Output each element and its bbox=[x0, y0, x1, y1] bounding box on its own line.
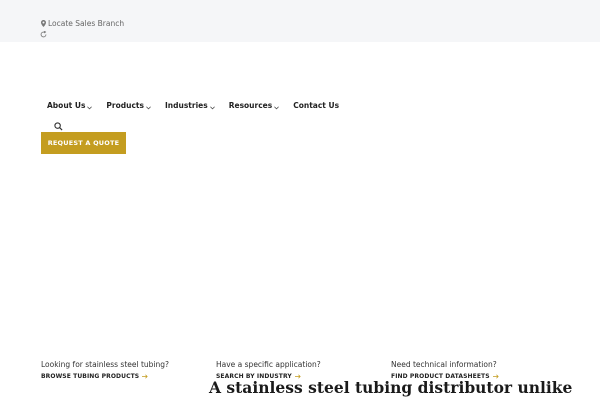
nav-item-about-us[interactable]: About Us bbox=[47, 101, 93, 110]
map-pin-icon bbox=[41, 20, 46, 27]
nav-item-contact-us[interactable]: Contact Us bbox=[293, 101, 339, 110]
promo-link-label: BROWSE TUBING PRODUCTS bbox=[41, 373, 140, 380]
nav-item-label: Products bbox=[106, 101, 144, 110]
promo-tubing: Looking for stainless steel tubing? BROW… bbox=[41, 360, 169, 380]
nav-item-label: Resources bbox=[228, 101, 273, 110]
chevron-down-icon bbox=[146, 105, 151, 109]
browse-tubing-products-link[interactable]: BROWSE TUBING PRODUCTS bbox=[41, 373, 169, 380]
locate-sales-branch-label: Locate Sales Branch bbox=[48, 19, 125, 28]
nav-item-label: About Us bbox=[47, 101, 86, 110]
nav-item-resources[interactable]: Resources bbox=[229, 101, 280, 110]
locate-sales-branch-link[interactable]: Locate Sales Branch bbox=[41, 19, 124, 28]
main-nav: About Us Products Industries Resources C… bbox=[47, 101, 339, 110]
chevron-down-icon bbox=[274, 105, 280, 109]
chevron-down-icon bbox=[87, 105, 93, 109]
nav-item-industries[interactable]: Industries bbox=[165, 101, 215, 110]
top-bar: Locate Sales Branch bbox=[0, 0, 600, 42]
promo-question: Need technical information? bbox=[391, 360, 497, 369]
refresh-icon[interactable] bbox=[40, 31, 47, 38]
promo-question: Have a specific application? bbox=[216, 360, 321, 369]
promo-datasheets: Need technical information? FIND PRODUCT… bbox=[391, 360, 499, 380]
search-icon[interactable] bbox=[54, 122, 63, 131]
arrow-right-icon bbox=[142, 374, 148, 379]
nav-item-label: Contact Us bbox=[293, 101, 340, 110]
chevron-down-icon bbox=[209, 105, 215, 109]
hero-headline: A stainless steel tubing distributor unl… bbox=[209, 378, 573, 397]
promo-industry: Have a specific application? SEARCH BY I… bbox=[216, 360, 321, 380]
nav-item-label: Industries bbox=[164, 101, 208, 110]
nav-item-products[interactable]: Products bbox=[106, 101, 151, 110]
promo-question: Looking for stainless steel tubing? bbox=[41, 360, 170, 369]
request-quote-button[interactable]: REQUEST A QUOTE bbox=[41, 132, 126, 154]
